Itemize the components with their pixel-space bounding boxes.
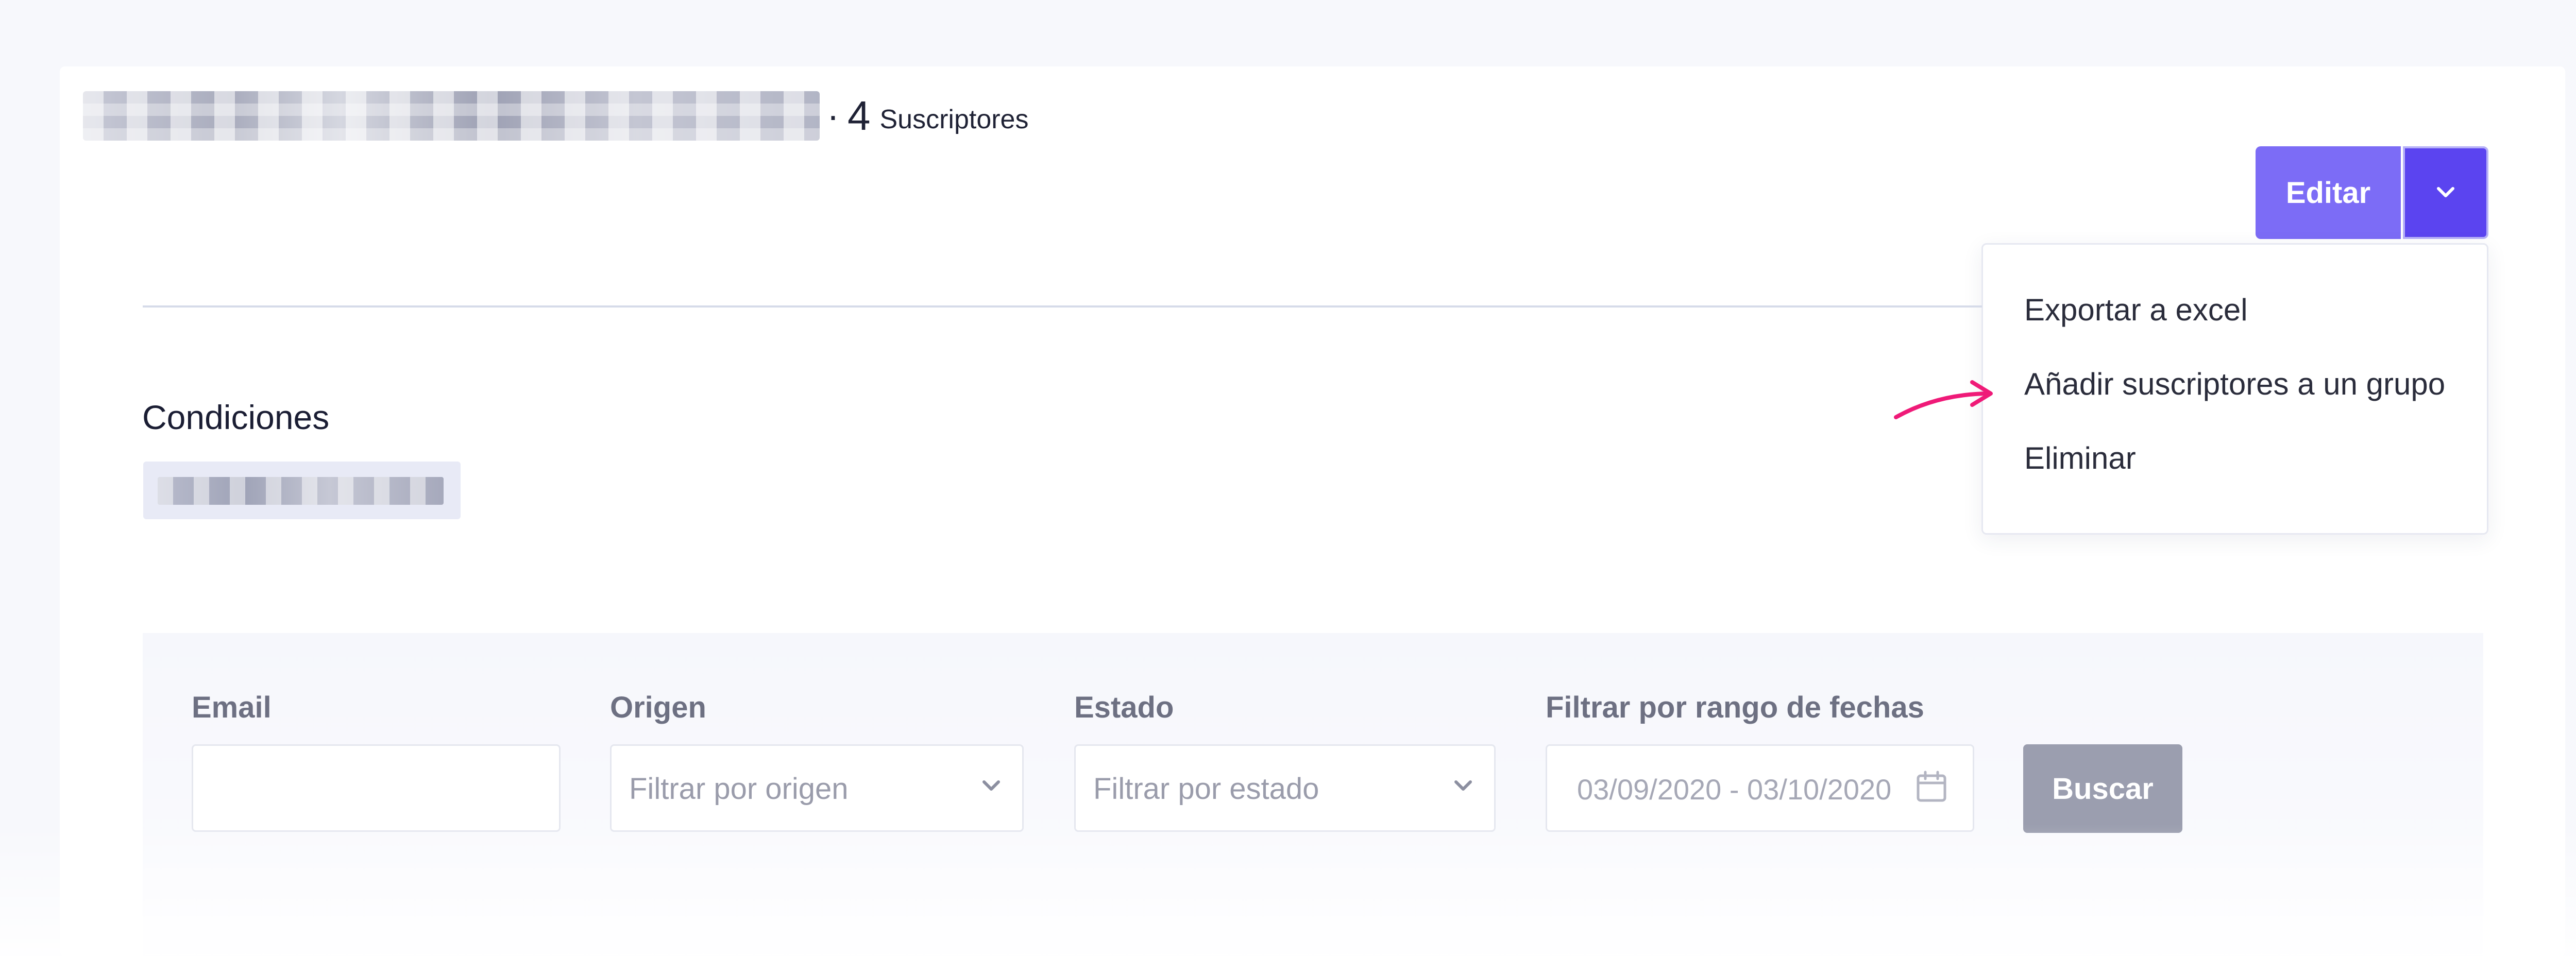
origin-filter-select[interactable]: Filtrar por origen (610, 744, 1024, 832)
chevron-down-icon (982, 780, 1000, 791)
origin-filter-placeholder: Filtrar por origen (629, 772, 849, 806)
date-range-filter-label: Filtrar por rango de fechas (1546, 691, 1924, 724)
status-filter-placeholder: Filtrar por estado (1093, 772, 1319, 806)
conditions-title: Condiciones (142, 398, 330, 436)
chevron-down-icon (1454, 780, 1472, 791)
segment-header: · 4 Suscriptores (83, 82, 1028, 149)
actions-dropdown-toggle[interactable] (2403, 146, 2488, 239)
condition-chip (143, 462, 461, 519)
status-filter-label: Estado (1074, 691, 1174, 724)
date-range-value: 03/09/2020 - 03/10/2020 (1577, 773, 1892, 806)
actions-dropdown-menu: Exportar a excel Añadir suscriptores a u… (1981, 243, 2488, 535)
subscriber-count: 4 (847, 93, 871, 139)
date-range-input[interactable]: 03/09/2020 - 03/10/2020 (1546, 744, 1974, 832)
menu-item-add-to-group[interactable]: Añadir suscriptores a un grupo (2024, 366, 2445, 402)
email-filter-label: Email (192, 691, 272, 724)
header-divider (143, 305, 1982, 308)
status-filter-select[interactable]: Filtrar por estado (1074, 744, 1496, 832)
subscriber-label: Suscriptores (879, 105, 1029, 134)
blurred-segment-name (83, 91, 820, 141)
edit-button-group: Editar (2256, 146, 2488, 239)
origin-filter-label: Origen (610, 691, 706, 724)
menu-item-export-excel[interactable]: Exportar a excel (2024, 292, 2248, 328)
header-separator: · (827, 95, 839, 136)
search-button[interactable]: Buscar (2023, 744, 2182, 833)
blurred-condition-text (158, 477, 444, 505)
arrow-annotation (1894, 380, 1993, 419)
email-filter-input[interactable] (192, 744, 561, 832)
edit-button[interactable]: Editar (2256, 146, 2401, 239)
menu-item-delete[interactable]: Eliminar (2024, 440, 2136, 476)
chevron-down-icon (2437, 187, 2454, 197)
calendar-icon (1917, 771, 1946, 802)
